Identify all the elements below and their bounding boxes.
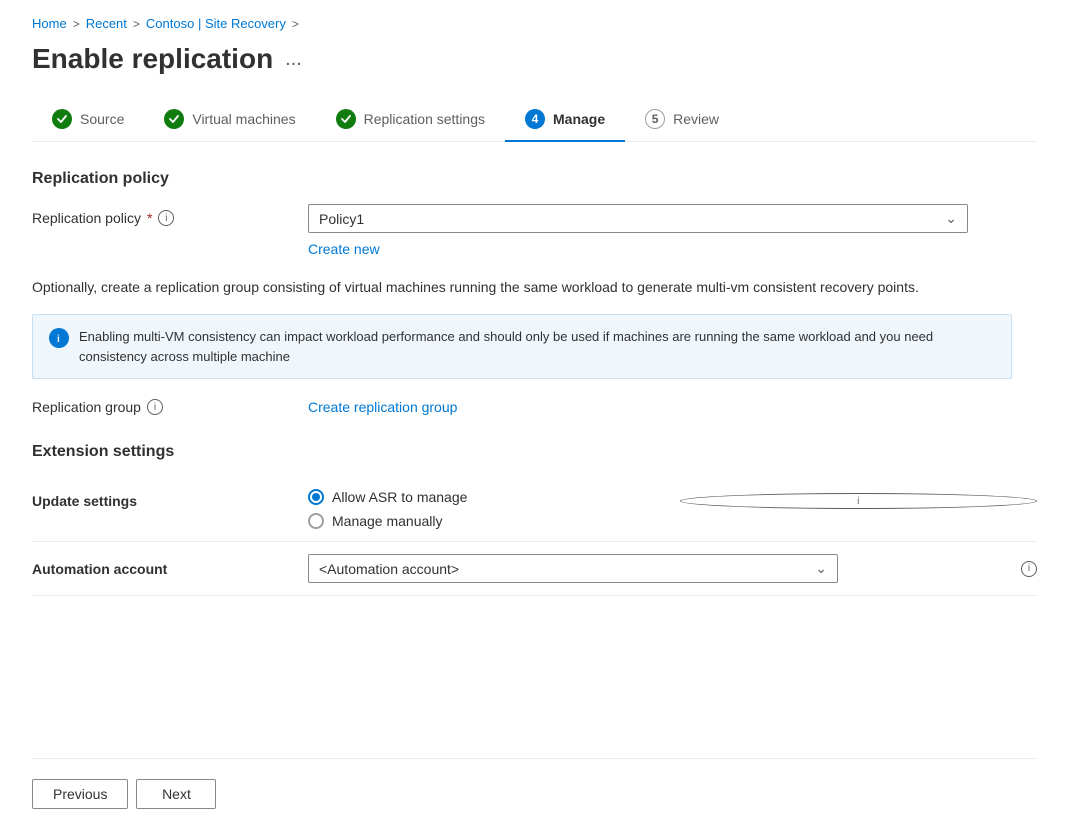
step-review-label: Review bbox=[673, 111, 719, 127]
replication-group-label: Replication group bbox=[32, 399, 141, 415]
replication-group-label-container: Replication group i bbox=[32, 399, 292, 415]
manage-manually-option[interactable]: Manage manually bbox=[308, 513, 664, 529]
step-rep-label: Replication settings bbox=[364, 111, 485, 127]
extension-settings-section: Extension settings Update settings Allow… bbox=[32, 443, 1037, 596]
breadcrumb-sep-3: > bbox=[292, 17, 299, 31]
info-box-icon: i bbox=[49, 328, 69, 348]
create-new-link[interactable]: Create new bbox=[308, 241, 380, 257]
step-replication-settings[interactable]: Replication settings bbox=[316, 99, 505, 141]
step-source[interactable]: Source bbox=[32, 99, 144, 141]
replication-policy-label-container: Replication policy * i bbox=[32, 204, 292, 226]
replication-policy-dropdown[interactable]: Policy1 ⌄ bbox=[308, 204, 968, 233]
automation-account-label: Automation account bbox=[32, 561, 292, 577]
allow-asr-option[interactable]: Allow ASR to manage bbox=[308, 489, 664, 505]
description-text: Optionally, create a replication group c… bbox=[32, 277, 1012, 298]
footer: Previous Next bbox=[32, 758, 1037, 809]
update-settings-label: Update settings bbox=[32, 489, 292, 509]
manage-manually-label: Manage manually bbox=[332, 513, 443, 529]
breadcrumb-contoso[interactable]: Contoso | Site Recovery bbox=[146, 16, 286, 31]
info-box-text: Enabling multi-VM consistency can impact… bbox=[79, 327, 995, 366]
step-review[interactable]: 5 Review bbox=[625, 99, 739, 141]
replication-policy-label: Replication policy bbox=[32, 210, 141, 226]
step-virtual-machines[interactable]: Virtual machines bbox=[144, 99, 315, 141]
step-manage-number: 4 bbox=[525, 109, 545, 129]
previous-button[interactable]: Previous bbox=[32, 779, 128, 809]
step-manage[interactable]: 4 Manage bbox=[505, 99, 625, 141]
next-button[interactable]: Next bbox=[136, 779, 216, 809]
manage-manually-radio-icon bbox=[308, 513, 324, 529]
breadcrumb: Home > Recent > Contoso | Site Recovery … bbox=[32, 16, 1037, 31]
breadcrumb-sep-1: > bbox=[73, 17, 80, 31]
replication-policy-info-icon[interactable]: i bbox=[158, 210, 174, 226]
allow-asr-label: Allow ASR to manage bbox=[332, 489, 467, 505]
steps-nav: Source Virtual machines Replication sett… bbox=[32, 99, 1037, 142]
allow-asr-radio-icon bbox=[308, 489, 324, 505]
breadcrumb-home[interactable]: Home bbox=[32, 16, 67, 31]
update-settings-controls: Allow ASR to manage Manage manually bbox=[308, 489, 664, 529]
replication-policy-section-title: Replication policy bbox=[32, 170, 1037, 188]
step-review-number: 5 bbox=[645, 109, 665, 129]
automation-account-info-icon[interactable]: i bbox=[1021, 561, 1037, 577]
step-vm-label: Virtual machines bbox=[192, 111, 295, 127]
step-manage-label: Manage bbox=[553, 111, 605, 127]
replication-policy-section: Replication policy Replication policy * … bbox=[32, 170, 1037, 277]
required-indicator: * bbox=[147, 210, 152, 226]
automation-account-controls: <Automation account> ⌄ i bbox=[308, 554, 1037, 583]
create-replication-group-link[interactable]: Create replication group bbox=[308, 399, 457, 415]
breadcrumb-sep-2: > bbox=[133, 17, 140, 31]
replication-policy-dropdown-value: Policy1 bbox=[319, 211, 364, 227]
replication-group-info-icon[interactable]: i bbox=[147, 399, 163, 415]
replication-group-row: Replication group i Create replication g… bbox=[32, 399, 1037, 415]
automation-account-dropdown[interactable]: <Automation account> ⌄ bbox=[308, 554, 838, 583]
svg-text:i: i bbox=[57, 334, 60, 344]
replication-policy-row: Replication policy * i Policy1 ⌄ bbox=[32, 204, 1037, 233]
automation-account-row: Automation account <Automation account> … bbox=[32, 542, 1037, 596]
breadcrumb-recent[interactable]: Recent bbox=[86, 16, 127, 31]
step-source-check-icon bbox=[52, 109, 72, 129]
step-vm-check-icon bbox=[164, 109, 184, 129]
info-box: i Enabling multi-VM consistency can impa… bbox=[32, 314, 1012, 379]
page-title: Enable replication bbox=[32, 43, 273, 75]
automation-account-chevron-icon: ⌄ bbox=[815, 560, 827, 577]
replication-policy-chevron-icon: ⌄ bbox=[945, 210, 957, 227]
title-ellipsis-menu[interactable]: ... bbox=[285, 48, 302, 71]
automation-account-value: <Automation account> bbox=[319, 561, 459, 577]
step-rep-check-icon bbox=[336, 109, 356, 129]
extension-settings-title: Extension settings bbox=[32, 443, 1037, 461]
step-source-label: Source bbox=[80, 111, 124, 127]
update-settings-info-icon[interactable]: i bbox=[680, 493, 1038, 509]
update-settings-row: Update settings Allow ASR to manage Mana… bbox=[32, 477, 1037, 542]
